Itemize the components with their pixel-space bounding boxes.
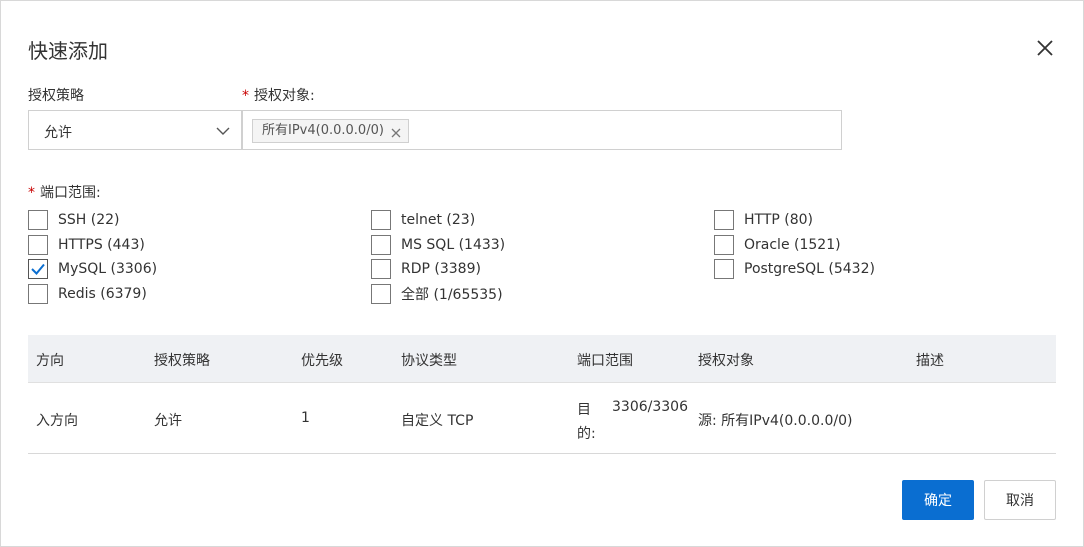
checkbox-icon	[371, 284, 391, 304]
column-header-priority: 优先级	[301, 353, 343, 369]
checkbox-icon	[371, 235, 391, 255]
port-label: Redis (6379)	[58, 286, 147, 302]
port-checkbox-oracle[interactable]: Oracle (1521)	[714, 235, 841, 255]
checkbox-icon	[714, 259, 734, 279]
policy-select[interactable]: 允许	[28, 110, 242, 150]
quick-add-dialog: 快速添加 授权策略 允许 * 授权对象: 所有IPv4(0.0.0.0/0) * 端…	[0, 0, 1084, 547]
port-label: MySQL (3306)	[58, 261, 158, 277]
port-checkbox-rdp[interactable]: RDP (3389)	[371, 259, 481, 279]
checkbox-icon	[371, 259, 391, 279]
port-checkbox-postgresql[interactable]: PostgreSQL (5432)	[714, 259, 875, 279]
checkbox-icon	[28, 235, 48, 255]
port-label: HTTP (80)	[744, 212, 814, 228]
target-tag-input[interactable]: 所有IPv4(0.0.0.0/0)	[242, 110, 842, 150]
cell-direction: 入方向	[36, 413, 78, 429]
port-checkbox-redis[interactable]: Redis (6379)	[28, 284, 147, 304]
column-header-target: 授权对象	[698, 353, 754, 369]
column-header-port-range: 端口范围	[577, 353, 633, 369]
cell-protocol: 自定义 TCP	[401, 413, 474, 429]
port-label: PostgreSQL (5432)	[744, 261, 875, 277]
rule-preview-table: 方向 授权策略 优先级 协议类型 端口范围 授权对象 描述 入方向 允许 1 自…	[28, 335, 1056, 454]
port-label: RDP (3389)	[401, 261, 481, 277]
column-header-policy: 授权策略	[154, 353, 210, 369]
port-range-label-text: 端口范围:	[40, 185, 101, 201]
required-mark: *	[242, 88, 249, 104]
cell-target: 源: 所有IPv4(0.0.0.0/0)	[698, 413, 853, 429]
dialog-title: 快速添加	[28, 39, 108, 63]
table-row: 入方向 允许 1 自定义 TCP 目 的: 3306/3306 源: 所有IPv…	[28, 383, 1056, 454]
checkbox-icon	[371, 210, 391, 230]
table-header: 方向 授权策略 优先级 协议类型 端口范围 授权对象 描述	[28, 335, 1056, 383]
target-tag: 所有IPv4(0.0.0.0/0)	[252, 119, 409, 143]
confirm-button[interactable]: 确定	[902, 480, 974, 520]
cell-priority: 1	[301, 410, 310, 426]
port-label: telnet (23)	[401, 212, 476, 228]
port-checkbox-mysql[interactable]: MySQL (3306)	[28, 259, 157, 279]
checkbox-checked-icon	[28, 259, 48, 279]
column-header-description: 描述	[916, 353, 944, 369]
port-checkbox-ssh[interactable]: SSH (22)	[28, 210, 120, 230]
target-label-text: 授权对象:	[254, 88, 315, 104]
port-label: MS SQL (1433)	[401, 237, 506, 253]
policy-select-value: 允许	[44, 125, 72, 141]
port-checkbox-https[interactable]: HTTPS (443)	[28, 235, 145, 255]
port-label: Oracle (1521)	[744, 237, 841, 253]
port-checkbox-all[interactable]: 全部 (1/65535)	[371, 284, 503, 304]
port-range-label: * 端口范围:	[28, 182, 101, 202]
cancel-button[interactable]: 取消	[984, 480, 1056, 520]
policy-label: 授权策略	[28, 88, 84, 104]
port-checkbox-http[interactable]: HTTP (80)	[714, 210, 813, 230]
checkbox-icon	[714, 210, 734, 230]
target-tag-label: 所有IPv4(0.0.0.0/0)	[262, 123, 384, 138]
cell-policy: 允许	[154, 413, 182, 429]
checkbox-icon	[714, 235, 734, 255]
port-label: HTTPS (443)	[58, 237, 145, 253]
chevron-down-icon	[216, 124, 230, 138]
checkbox-icon	[28, 284, 48, 304]
cell-port-value: 3306/3306	[612, 399, 688, 415]
checkbox-icon	[28, 210, 48, 230]
required-mark: *	[28, 185, 35, 201]
column-header-direction: 方向	[36, 353, 64, 369]
port-checkbox-telnet[interactable]: telnet (23)	[371, 210, 475, 230]
column-header-protocol: 协议类型	[401, 353, 457, 369]
port-label: 全部 (1/65535)	[401, 287, 503, 303]
tag-remove-icon[interactable]	[390, 125, 402, 138]
close-icon[interactable]	[1035, 38, 1055, 58]
port-checkbox-mssql[interactable]: MS SQL (1433)	[371, 235, 505, 255]
port-label: SSH (22)	[58, 212, 120, 228]
target-label: * 授权对象:	[242, 85, 315, 105]
cell-port-prefix: 的:	[577, 426, 596, 442]
cell-port-prefix: 目	[577, 402, 591, 418]
